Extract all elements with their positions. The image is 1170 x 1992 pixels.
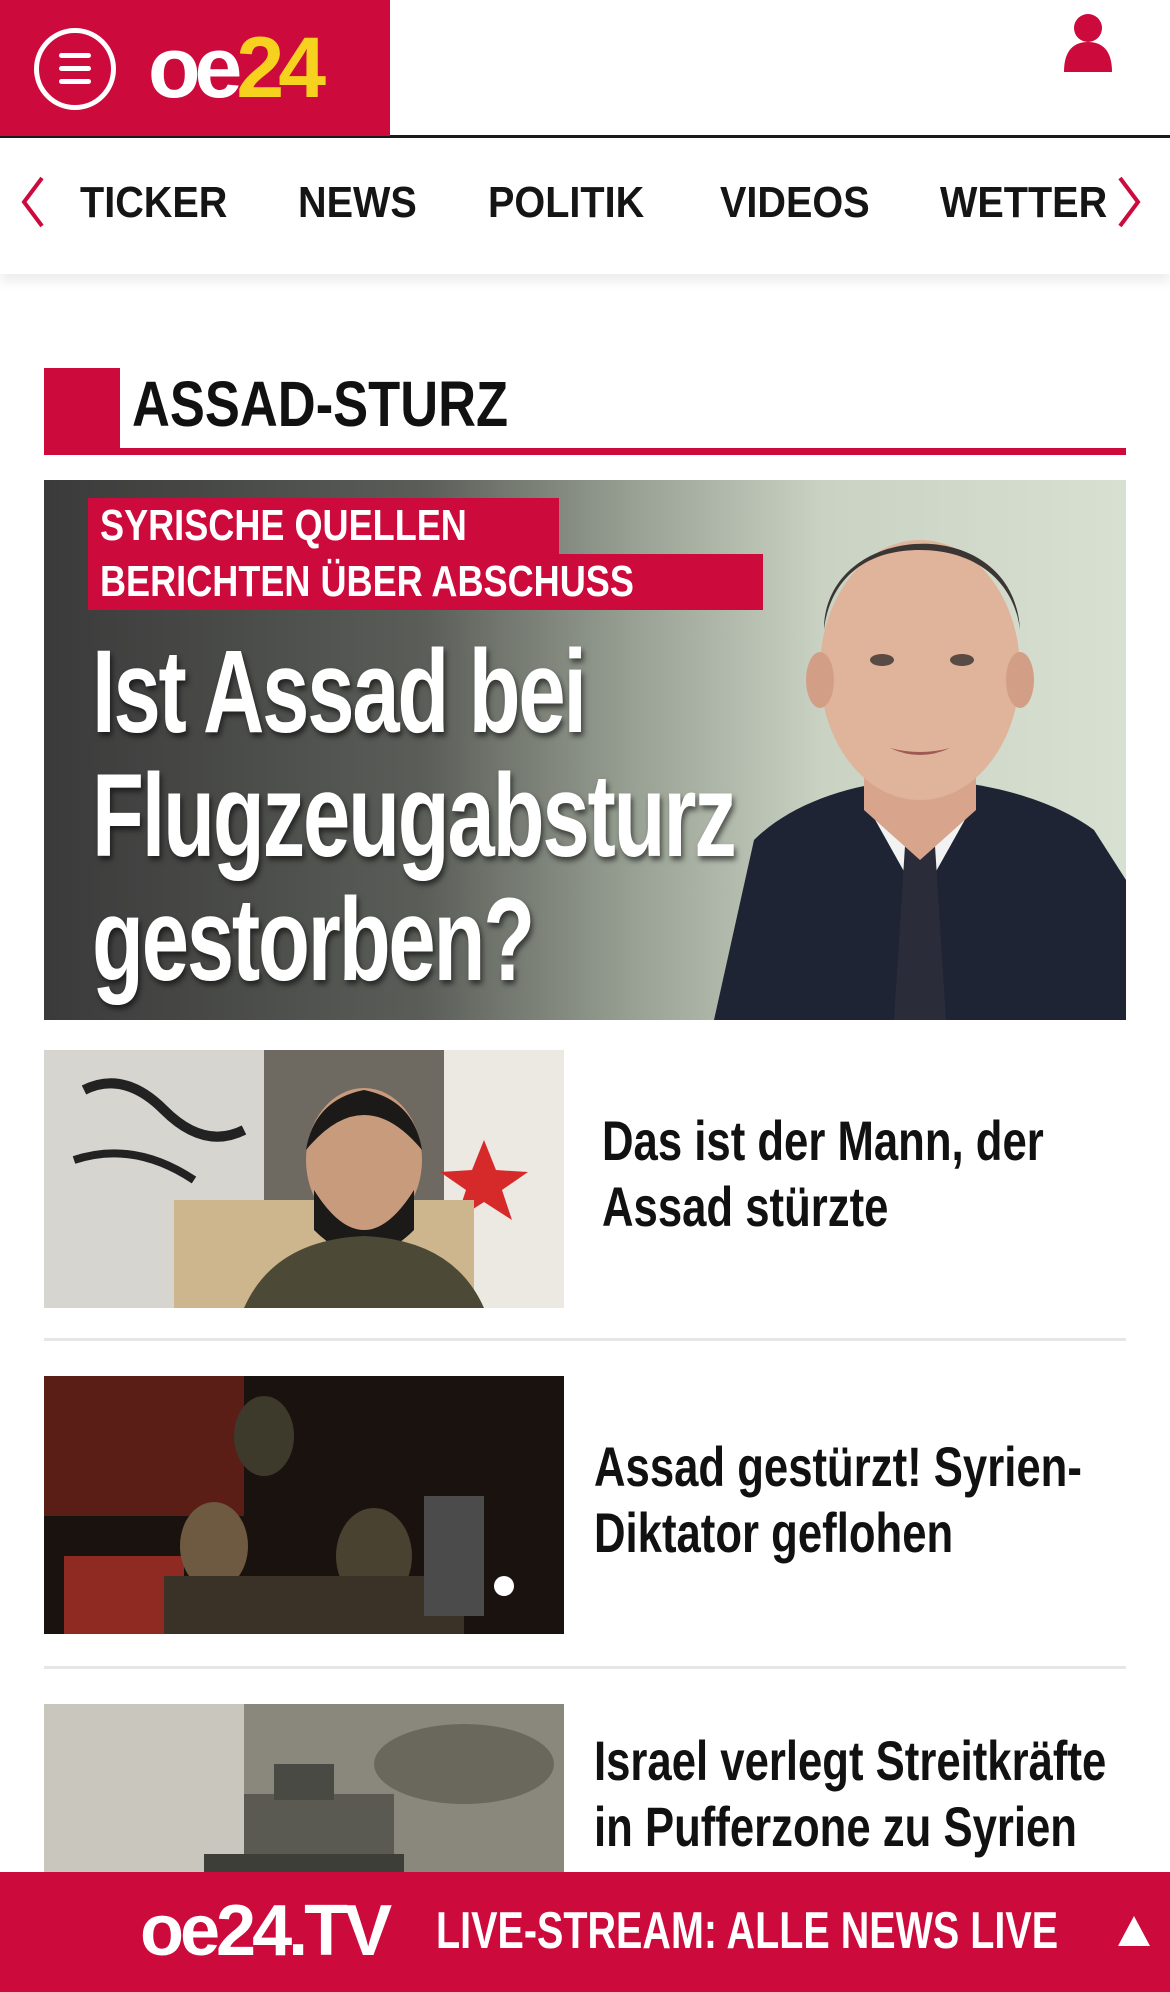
nav-item-wetter[interactable]: WETTER xyxy=(940,178,1107,228)
brand-block: oe24 xyxy=(0,0,390,136)
article-item[interactable]: Das ist der Mann, der Assad stürzte xyxy=(44,1050,1126,1308)
article-headline[interactable]: Das ist der Mann, der Assad stürzte xyxy=(602,1108,1148,1240)
chevron-right-icon[interactable] xyxy=(1114,174,1144,230)
article-item[interactable]: Assad gestürzt! Syrien-Diktator geflohen xyxy=(44,1376,1126,1634)
triangle-up-icon[interactable] xyxy=(1116,1914,1152,1948)
hero-article[interactable]: SYRISCHE QUELLEN BERICHTEN ÜBER ABSCHUSS… xyxy=(44,480,1126,1020)
divider xyxy=(44,1666,1126,1669)
nav-item-politik[interactable]: POLITIK xyxy=(488,178,644,228)
hero-kicker-line2: BERICHTEN ÜBER ABSCHUSS xyxy=(88,554,764,610)
hero-kicker-line1: SYRISCHE QUELLEN xyxy=(88,498,560,554)
hero-headline[interactable]: Ist Assad bei Flugzeugabsturz gestorben? xyxy=(92,626,737,1006)
hero-headline-line3: gestorben? xyxy=(92,874,535,1006)
site-header: oe24 xyxy=(0,0,1170,138)
nav-item-videos[interactable]: VIDEOS xyxy=(720,178,870,228)
user-icon[interactable] xyxy=(1062,12,1114,72)
oe24-logo[interactable]: oe24 xyxy=(148,20,326,116)
article-thumbnail xyxy=(44,1376,564,1634)
hero-image xyxy=(714,540,1126,1020)
hamburger-menu-icon[interactable] xyxy=(34,28,116,110)
section-heading-marker xyxy=(44,368,120,454)
article-headline[interactable]: Assad gestürzt! Syrien-Diktator geflohen xyxy=(594,1434,1140,1566)
chevron-left-icon[interactable] xyxy=(18,174,48,230)
oe24-tv-logo: oe24.TV xyxy=(140,1891,392,1971)
divider xyxy=(44,1338,1126,1341)
section-heading[interactable]: ASSAD-STURZ xyxy=(44,368,1126,456)
hero-headline-line2: Flugzeugabsturz xyxy=(92,750,737,882)
hero-headline-line1: Ist Assad bei xyxy=(92,626,587,758)
nav-item-news[interactable]: NEWS xyxy=(298,178,417,228)
article-thumbnail xyxy=(44,1050,564,1308)
live-stream-bar[interactable]: oe24.TV LIVE-STREAM: ALLE NEWS LIVE xyxy=(0,1872,1170,1992)
section-title[interactable]: ASSAD-STURZ xyxy=(132,368,508,440)
article-headline[interactable]: Israel verlegt Streitkräfte in Pufferzon… xyxy=(594,1728,1140,1860)
section-heading-underline xyxy=(44,448,1126,455)
category-nav: TICKER NEWS POLITIK VIDEOS WETTER xyxy=(0,138,1170,274)
live-stream-label[interactable]: LIVE-STREAM: ALLE NEWS LIVE xyxy=(436,1898,1058,1964)
nav-item-ticker[interactable]: TICKER xyxy=(80,178,227,228)
